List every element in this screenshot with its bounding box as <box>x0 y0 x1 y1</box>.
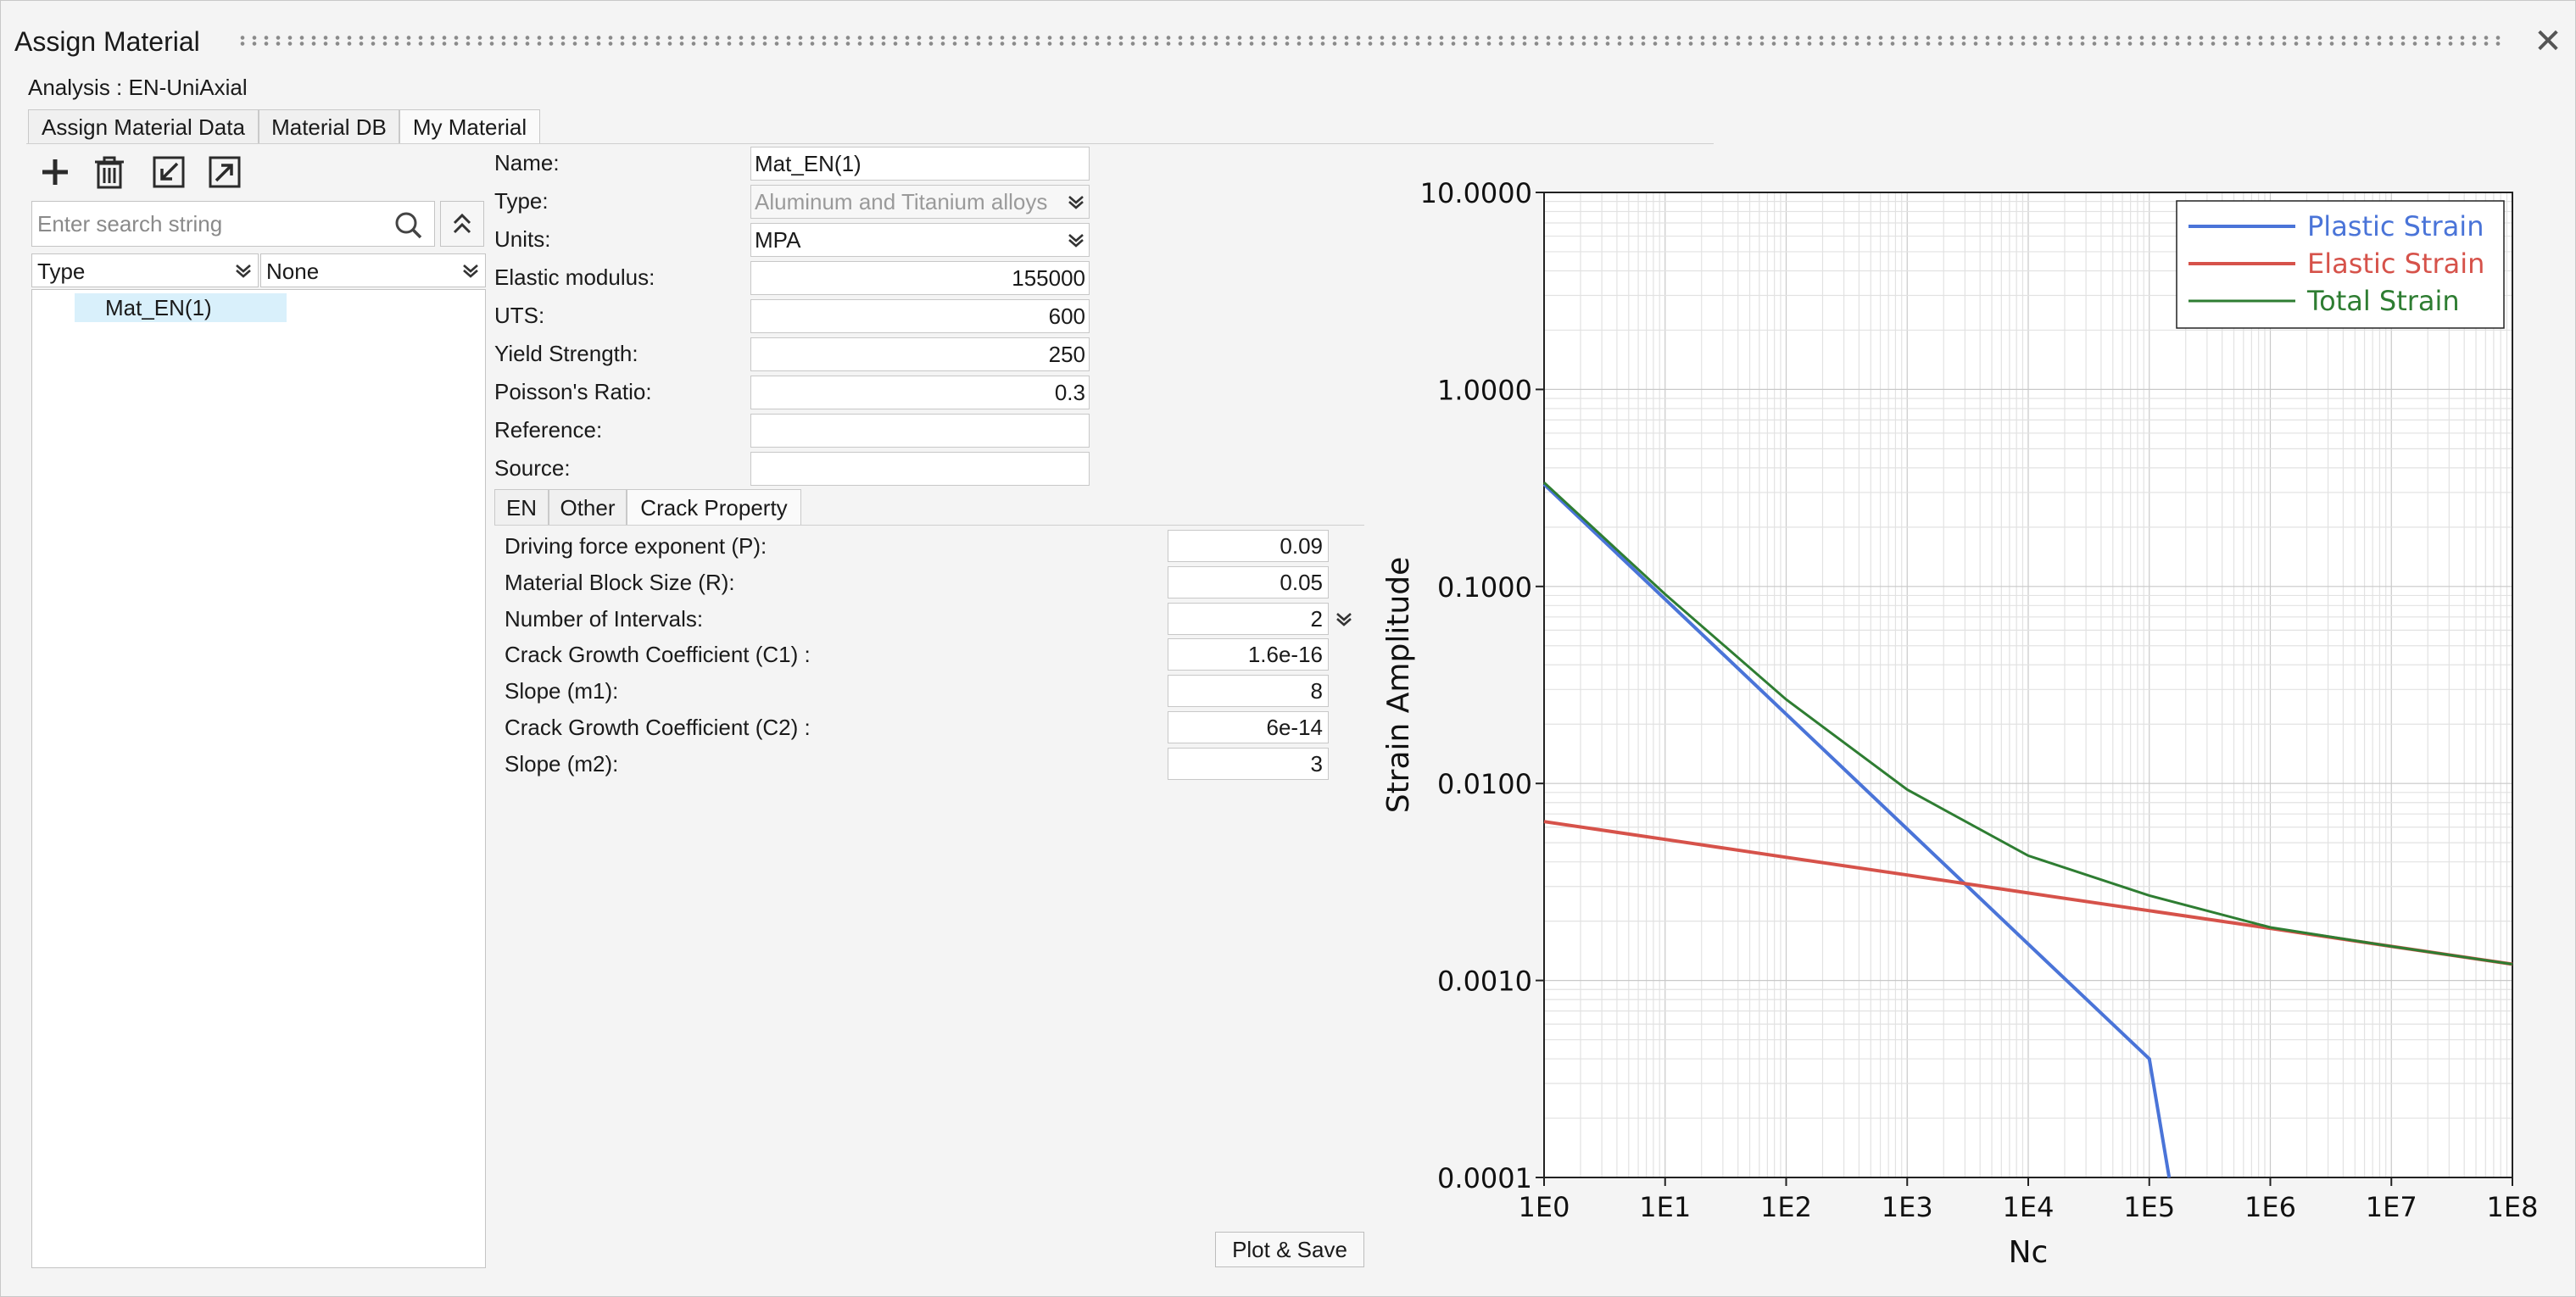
legend-label: Total Strain <box>2306 285 2460 317</box>
m2-field[interactable]: 3 <box>1168 748 1329 780</box>
chart-grid <box>1543 192 2512 1178</box>
source-label: Source: <box>494 455 571 481</box>
assign-material-dialog: Assign Material ✕ Analysis : EN-UniAxial… <box>0 0 2576 1297</box>
x-tick-label: 1E6 <box>2244 1191 2296 1223</box>
type-filter-dropdown[interactable]: Type <box>31 253 259 287</box>
x-tick-label: 1E3 <box>1882 1191 1933 1223</box>
yield-strength-label: Yield Strength: <box>494 341 638 366</box>
driving-force-field[interactable]: 0.09 <box>1168 530 1329 562</box>
elastic-modulus-field[interactable]: 155000 <box>750 261 1090 295</box>
type-dropdown[interactable]: Aluminum and Titanium alloys <box>750 185 1090 219</box>
units-label: Units: <box>494 226 551 252</box>
reference-field[interactable] <box>750 414 1090 448</box>
tab-assign-material-data[interactable]: Assign Material Data <box>28 109 259 144</box>
uts-field[interactable]: 600 <box>750 299 1090 333</box>
x-tick-label: 1E1 <box>1639 1191 1691 1223</box>
x-axis-label: Nc <box>2009 1235 2049 1270</box>
units-dropdown[interactable]: MPA <box>750 223 1090 257</box>
chevron-down-icon <box>1063 186 1089 218</box>
x-tick-label: 1E0 <box>1519 1191 1570 1223</box>
subtab-divider <box>494 525 1364 526</box>
none-filter-label: None <box>266 259 320 284</box>
c1-label: Crack Growth Coefficient (C1) : <box>505 642 811 667</box>
import-icon[interactable] <box>148 152 189 192</box>
tree-item-material[interactable]: Mat_EN(1) <box>75 293 287 322</box>
elastic-modulus-label: Elastic modulus: <box>494 264 655 290</box>
y-tick-label: 0.1000 <box>1437 571 1532 604</box>
name-field[interactable]: Mat_EN(1) <box>750 147 1090 181</box>
intervals-label: Number of Intervals: <box>505 606 704 632</box>
close-icon[interactable]: ✕ <box>2529 23 2567 60</box>
intervals-dropdown-icon[interactable] <box>1330 603 1358 635</box>
material-tree: Mat_EN(1) <box>31 289 486 1268</box>
type-filter-label: Type <box>37 259 86 284</box>
collapse-icon[interactable] <box>440 201 484 247</box>
type-label: Type: <box>494 188 549 214</box>
driving-force-label: Driving force exponent (P): <box>505 533 767 559</box>
intervals-field[interactable]: 2 <box>1168 603 1329 635</box>
y-axis-label: Strain Amplitude <box>1381 557 1416 814</box>
tab-my-material[interactable]: My Material <box>399 109 540 144</box>
y-tick-label: 0.0100 <box>1437 768 1532 800</box>
y-tick-label: 10.0000 <box>1420 177 1532 209</box>
x-tick-label: 1E4 <box>2003 1191 2055 1223</box>
name-label: Name: <box>494 150 560 175</box>
export-icon[interactable] <box>204 152 245 192</box>
poisson-ratio-field[interactable]: 0.3 <box>750 376 1090 409</box>
y-tick-label: 1.0000 <box>1437 374 1532 406</box>
uts-label: UTS: <box>494 303 545 328</box>
chevron-down-icon <box>1063 224 1089 256</box>
tab-divider <box>26 143 1714 144</box>
x-tick-label: 1E7 <box>2366 1191 2417 1223</box>
yield-strength-field[interactable]: 250 <box>750 337 1090 371</box>
delete-icon[interactable] <box>89 152 130 192</box>
subtab-en[interactable]: EN <box>494 489 549 526</box>
poisson-ratio-label: Poisson's Ratio: <box>494 379 652 404</box>
c2-field[interactable]: 6e-14 <box>1168 711 1329 743</box>
m1-field[interactable]: 8 <box>1168 675 1329 707</box>
chart-legend: Plastic Strain Elastic Strain Total Strain <box>2176 200 2505 329</box>
m2-label: Slope (m2): <box>505 751 619 777</box>
m1-label: Slope (m1): <box>505 678 619 704</box>
window-title: Assign Material <box>14 26 200 57</box>
type-value: Aluminum and Titanium alloys <box>755 189 1048 214</box>
block-size-label: Material Block Size (R): <box>505 570 735 595</box>
search-box <box>31 201 435 247</box>
subtab-other[interactable]: Other <box>549 489 627 526</box>
chevron-down-icon <box>458 254 483 287</box>
x-tick-label: 1E5 <box>2123 1191 2175 1223</box>
source-field[interactable] <box>750 452 1090 486</box>
block-size-field[interactable]: 0.05 <box>1168 566 1329 598</box>
none-filter-dropdown[interactable]: None <box>260 253 486 287</box>
legend-label: Plastic Strain <box>2307 210 2484 242</box>
reference-label: Reference: <box>494 417 603 443</box>
x-tick-label: 1E8 <box>2487 1191 2539 1223</box>
strain-life-chart: 1E0 1E1 1E2 1E3 1E4 1E5 1E6 1E7 1E8 10.0000 1.0000… <box>1381 177 2539 1270</box>
subtab-crack-property[interactable]: Crack Property <box>627 489 801 526</box>
add-icon[interactable] <box>35 152 75 192</box>
search-icon[interactable] <box>392 210 426 241</box>
chevron-down-icon <box>231 254 256 287</box>
plot-save-button[interactable]: Plot & Save <box>1215 1232 1364 1267</box>
tab-material-db[interactable]: Material DB <box>259 109 399 144</box>
analysis-label: Analysis : EN-UniAxial <box>28 75 248 100</box>
c1-field[interactable]: 1.6e-16 <box>1168 638 1329 671</box>
title-drag-grip[interactable] <box>237 35 2502 47</box>
units-value: MPA <box>755 227 801 253</box>
search-input[interactable] <box>32 202 388 246</box>
x-tick-label: 1E2 <box>1760 1191 1812 1223</box>
y-tick-label: 0.0010 <box>1437 966 1532 998</box>
y-tick-label: 0.0001 <box>1437 1162 1532 1194</box>
c2-label: Crack Growth Coefficient (C2) : <box>505 715 811 740</box>
legend-label: Elastic Strain <box>2307 248 2484 280</box>
